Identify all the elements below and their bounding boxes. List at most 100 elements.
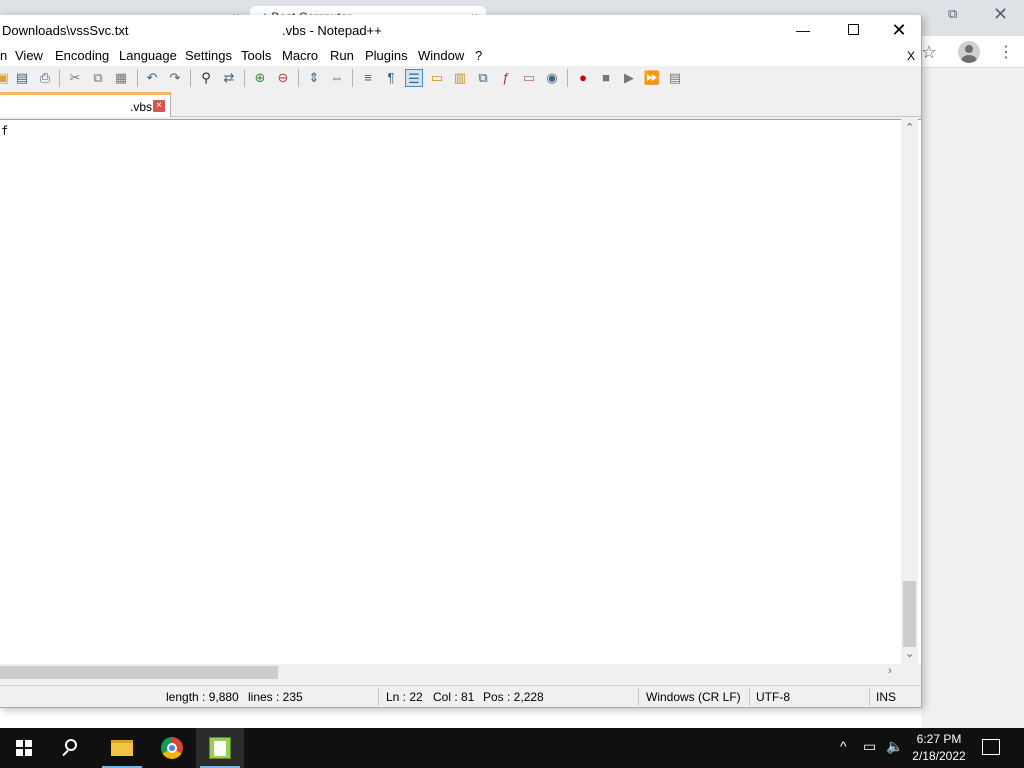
scroll-down-icon[interactable]: ⌄ <box>905 647 914 660</box>
menu-item-help[interactable]: ? <box>475 48 482 63</box>
sync-horizontal-icon[interactable]: ⇔ <box>328 69 346 87</box>
sync-vertical-icon[interactable]: ⇕ <box>305 69 323 87</box>
search-icon-handle <box>62 749 69 757</box>
show-all-characters-icon[interactable]: ¶ <box>382 69 400 87</box>
indent-guide-icon[interactable]: ☰ <box>405 69 423 87</box>
menu-item-settings[interactable]: Settings <box>185 48 232 63</box>
copy-icon[interactable]: ⧉ <box>89 69 107 87</box>
status-lines: lines : 235 <box>248 690 303 704</box>
menu-item-macro[interactable]: Macro <box>282 48 318 63</box>
status-divider <box>749 688 750 706</box>
horizontal-scroll-thumb[interactable] <box>0 666 278 679</box>
toolbar-separator <box>190 69 191 87</box>
status-encoding[interactable]: UTF-8 <box>756 690 790 704</box>
taskbar-file-explorer[interactable] <box>98 728 146 768</box>
kebab-menu-icon[interactable]: ⋮ <box>998 42 1014 62</box>
vertical-scroll-thumb[interactable] <box>903 581 916 647</box>
title-bar[interactable]: Downloads\vssSvc.txt .vbs - Notepad++ — … <box>0 15 921 45</box>
status-column: Col : 81 <box>433 690 475 704</box>
toolbar-separator <box>137 69 138 87</box>
browser-close-icon[interactable]: ✕ <box>993 4 1008 25</box>
maximize-button[interactable] <box>830 15 876 45</box>
menu-item-window[interactable]: Window <box>418 48 464 63</box>
vertical-scrollbar[interactable]: ⌃ ⌄ <box>901 119 918 664</box>
window-title: .vbs - Notepad++ <box>282 23 382 38</box>
toolbar-separator <box>567 69 568 87</box>
minimize-icon: — <box>796 22 810 38</box>
status-length: length : 9,880 <box>166 690 239 704</box>
run-macro-multiple-icon[interactable]: ⏩ <box>643 69 661 87</box>
avatar[interactable] <box>958 41 980 63</box>
folder-icon <box>111 740 133 756</box>
menu-item-language[interactable]: Language <box>119 48 177 63</box>
star-icon[interactable]: ☆ <box>921 42 937 63</box>
menu-item-run[interactable]: Run <box>330 48 354 63</box>
document-tab[interactable]: .vbs × <box>0 92 171 117</box>
replace-icon[interactable]: ⇄ <box>220 69 238 87</box>
clock-time: 6:27 PM <box>916 732 962 746</box>
taskbar-notepad-plus-plus[interactable] <box>196 728 244 768</box>
menu-bar: n View Encoding Language Settings Tools … <box>0 45 921 66</box>
volume-icon[interactable]: 🔈 <box>886 738 903 755</box>
scroll-up-icon[interactable]: ⌃ <box>905 121 914 134</box>
close-icon: ✕ <box>891 20 907 40</box>
windows-logo-icon <box>16 740 32 756</box>
document-list-icon[interactable]: ⧉ <box>474 69 492 87</box>
cut-icon[interactable]: ✂ <box>66 69 84 87</box>
editor-area[interactable]: f <box>0 119 921 664</box>
function-list-icon[interactable]: ƒ <box>497 69 515 87</box>
notepad-plus-plus-icon <box>209 737 231 759</box>
restore-icon[interactable]: ⧉ <box>948 6 957 22</box>
close-file-icon[interactable]: ▤ <box>13 69 31 87</box>
redo-icon[interactable]: ↷ <box>166 69 184 87</box>
document-tab-label: .vbs <box>130 100 153 114</box>
menu-item-view[interactable]: View <box>15 48 43 63</box>
document-map-icon[interactable]: ▥ <box>451 69 469 87</box>
close-tab-icon[interactable]: × <box>153 100 165 112</box>
save-macro-icon[interactable]: ▤ <box>666 69 684 87</box>
folder-as-workspace-icon[interactable]: ▭ <box>520 69 538 87</box>
clock[interactable]: 6:27 PM 2/18/2022 <box>908 731 970 765</box>
status-bar: length : 9,880 lines : 235 Ln : 22 Col :… <box>0 685 921 707</box>
paste-icon[interactable]: ▦ <box>112 69 130 87</box>
notepad-plus-plus-window: Downloads\vssSvc.txt .vbs - Notepad++ — … <box>0 15 922 708</box>
editor-text[interactable]: f <box>1 124 8 138</box>
scroll-right-icon[interactable]: › <box>888 665 892 677</box>
undo-icon[interactable]: ↶ <box>143 69 161 87</box>
zoom-in-icon[interactable]: ⊕ <box>251 69 269 87</box>
close-button[interactable]: ✕ <box>876 15 922 45</box>
chrome-icon <box>161 737 183 759</box>
close-document-button[interactable]: X <box>907 49 915 63</box>
maximize-icon <box>847 24 859 35</box>
zoom-out-icon[interactable]: ⊖ <box>274 69 292 87</box>
taskbar: ^ ▭ 🔈 6:27 PM 2/18/2022 <box>0 728 1024 768</box>
taskbar-chrome[interactable] <box>148 728 196 768</box>
record-macro-icon[interactable]: ● <box>574 69 592 87</box>
search-button[interactable] <box>48 728 96 768</box>
stop-recording-icon[interactable]: ■ <box>597 69 615 87</box>
status-line-number: Ln : 22 <box>386 690 423 704</box>
menu-item-run-partial[interactable]: n <box>0 48 7 63</box>
horizontal-scrollbar[interactable]: › <box>0 664 901 681</box>
monitoring-icon[interactable]: ◉ <box>543 69 561 87</box>
toolbar: ▣ ▤ ⎙ ✂ ⧉ ▦ ↶ ↷ ⚲ ⇄ ⊕ ⊖ ⇕ ⇔ ≡ ¶ ☰ ▭ ▥ ⧉ … <box>0 66 921 90</box>
status-eol-format[interactable]: Windows (CR LF) <box>646 690 741 704</box>
notification-icon[interactable] <box>982 739 1000 755</box>
menu-item-tools[interactable]: Tools <box>241 48 271 63</box>
status-position: Pos : 2,228 <box>483 690 544 704</box>
minimize-button[interactable]: — <box>780 15 826 45</box>
menu-item-plugins[interactable]: Plugins <box>365 48 408 63</box>
status-insert-mode[interactable]: INS <box>876 690 896 704</box>
menu-item-encoding[interactable]: Encoding <box>55 48 109 63</box>
show-hidden-icons-icon[interactable]: ^ <box>840 738 847 754</box>
user-defined-language-icon[interactable]: ▭ <box>428 69 446 87</box>
toolbar-separator <box>298 69 299 87</box>
playback-macro-icon[interactable]: ▶ <box>620 69 638 87</box>
network-icon[interactable]: ▭ <box>863 738 876 755</box>
print-icon[interactable]: ⎙ <box>36 69 54 87</box>
toolbar-separator <box>244 69 245 87</box>
save-all-icon[interactable]: ▣ <box>0 69 12 87</box>
find-icon[interactable]: ⚲ <box>197 69 215 87</box>
word-wrap-icon[interactable]: ≡ <box>359 69 377 87</box>
start-button[interactable] <box>0 728 48 768</box>
